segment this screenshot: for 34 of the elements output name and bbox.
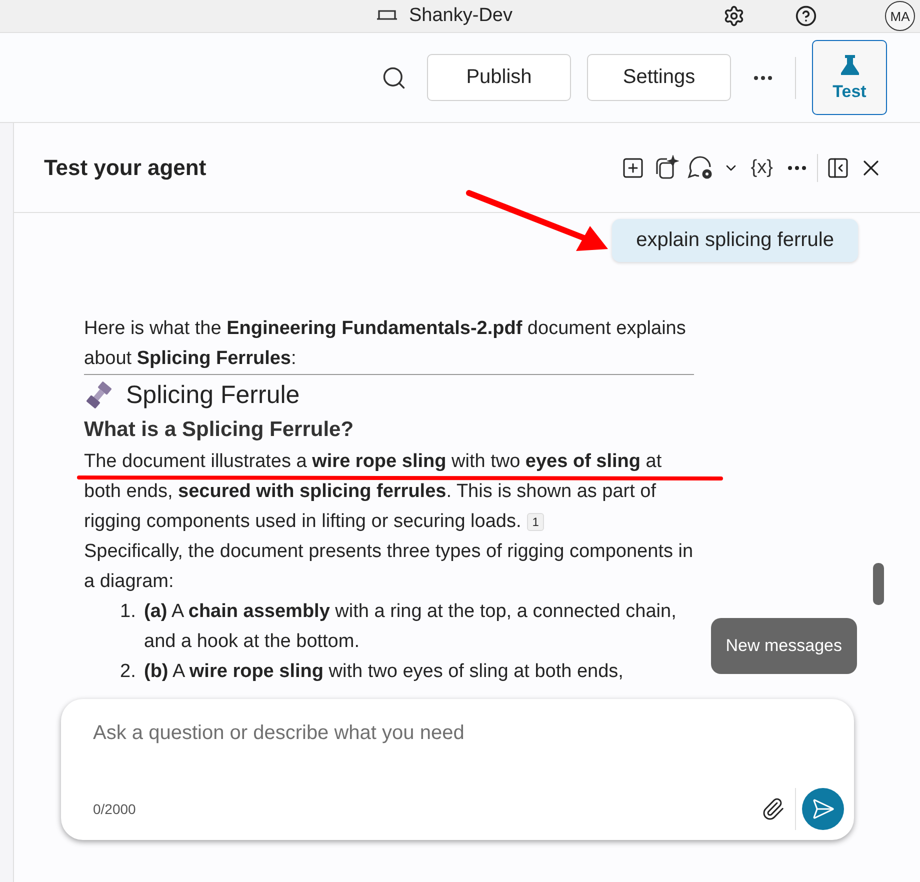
laptop-icon [375,9,399,23]
variables-icon[interactable]: {x} [746,156,777,178]
toolbar-button[interactable]: Settings [587,54,731,101]
test-button[interactable]: Test [812,40,887,115]
response-paragraph: The document illustrates a wire rope sling with two eyes of sling at both ends, secured with splicing ferrules. This is shown as part of rigging components used in lifting or securing loads. 1 [84,450,663,534]
list-number: 2. [120,660,137,684]
list-item-text: (b) A wire rope sling with two eyes of sling at both ends, [144,660,624,684]
settings-icon[interactable] [723,5,745,27]
user-message: explain splicing ferrule [612,219,858,262]
attach-icon[interactable] [761,797,785,821]
panel-title: Test your agent [44,154,208,180]
response-subheading: What is a Splicing Ferrule? [84,417,355,443]
response-paragraph: Specifically, the document presents three types of rigging components in a diagram: [84,540,694,594]
environment-name[interactable]: Shanky-Dev [409,5,512,27]
response-heading: Splicing Ferrule [126,380,300,411]
scrollbar-thumb[interactable] [873,563,884,605]
help-icon[interactable] [795,5,817,27]
character-counter: 0/2000 [93,801,137,817]
search-icon[interactable] [381,64,407,90]
list-number: 1. [120,600,137,624]
user-avatar[interactable]: MA [885,1,915,31]
list-item-text: (a) A chain assembly with a ring at the top, a connected chain, and a hook at the bottom. [144,600,678,654]
new-messages-button[interactable]: New messages [710,618,857,674]
bolt-icon [84,380,114,410]
citation-badge[interactable]: 1 [527,512,544,531]
send-icon[interactable] [811,797,835,821]
panel-icon[interactable] [826,156,850,180]
send-button[interactable] [802,788,844,830]
new-chat-icon[interactable] [620,156,645,180]
message-input[interactable]: Ask a question or describe what you need [93,717,844,749]
beaker-icon [838,54,860,76]
response-paragraph: Here is what the Engineering Fundamentals-2.pdf document explains about Splicing Ferrules: [84,314,694,375]
toolbar-button[interactable]: Publish [427,54,571,101]
chat-input-box[interactable]: Ask a question or describe what you need 0/2000 [61,699,854,840]
